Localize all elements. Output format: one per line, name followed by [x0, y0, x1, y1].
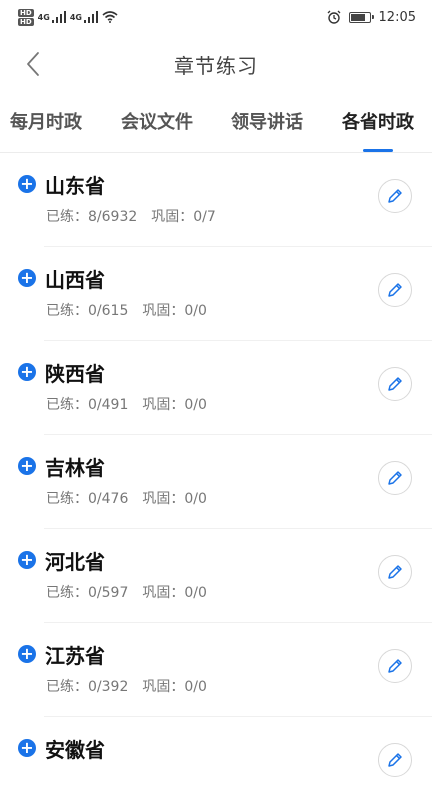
network-type-1: 4G [37, 12, 50, 22]
province-name: 江苏省 [45, 644, 105, 668]
expand-plus-icon[interactable]: + [18, 551, 36, 569]
tab-monthly-politics[interactable]: 每月时政 [10, 94, 82, 152]
network-type-2: 4G [69, 12, 82, 22]
practice-edit-button[interactable] [378, 273, 412, 307]
expand-plus-icon[interactable]: + [18, 457, 36, 475]
progress-stats: 已练：0/615 巩固：0/0 [46, 300, 207, 320]
expand-plus-icon[interactable]: + [18, 175, 36, 193]
wifi-icon [102, 11, 118, 23]
pencil-icon [388, 659, 402, 673]
review-value: 0/0 [184, 397, 207, 413]
category-tabs: 每月时政 会议文件 领导讲话 各省时政 [0, 94, 432, 153]
review-label: 巩固： [142, 491, 185, 507]
expand-plus-icon[interactable]: + [18, 645, 36, 663]
practice-edit-button[interactable] [378, 743, 412, 777]
review-label: 巩固： [142, 679, 185, 695]
practiced-value: 0/597 [88, 585, 129, 601]
practiced-value: 0/615 [88, 303, 129, 319]
hd-badge-2: HD [18, 17, 34, 26]
pencil-icon [388, 753, 402, 767]
practiced-value: 0/476 [88, 491, 129, 507]
signal-icon [51, 11, 66, 23]
practiced-value: 0/392 [88, 679, 129, 695]
list-item[interactable]: + 河北省 已练：0/597 巩固：0/0 [0, 529, 432, 623]
progress-stats: 已练：0/392 巩固：0/0 [46, 676, 207, 696]
review-value: 0/0 [184, 679, 207, 695]
status-bar: HD HD 4G 4G 12:05 [0, 0, 432, 34]
alarm-icon [327, 10, 340, 24]
practice-edit-button[interactable] [378, 649, 412, 683]
practice-edit-button[interactable] [378, 179, 412, 213]
list-item[interactable]: + 吉林省 已练：0/476 巩固：0/0 [0, 435, 432, 529]
province-name: 山东省 [45, 174, 105, 198]
review-value: 0/7 [193, 209, 216, 225]
practiced-value: 8/6932 [88, 209, 138, 225]
pencil-icon [388, 283, 402, 297]
review-label: 巩固： [151, 209, 194, 225]
progress-stats: 已练：0/597 巩固：0/0 [46, 582, 207, 602]
province-list: + 山东省 已练：8/6932 巩固：0/7 + 山西省 已练：0/615 巩固：0… [0, 153, 432, 811]
page-title: 章节练习 [174, 53, 258, 78]
battery-icon [348, 11, 374, 23]
practiced-value: 0/491 [88, 397, 129, 413]
list-item[interactable]: + 安徽省 [0, 717, 432, 811]
pencil-icon [388, 377, 402, 391]
practiced-label: 已练： [46, 491, 88, 507]
list-item[interactable]: + 山东省 已练：8/6932 巩固：0/7 [0, 153, 432, 247]
province-name: 河北省 [45, 550, 105, 574]
tab-meeting-documents[interactable]: 会议文件 [121, 94, 193, 152]
hd-badge-1: HD [18, 8, 34, 17]
review-value: 0/0 [184, 303, 207, 319]
practiced-label: 已练： [46, 397, 88, 413]
practiced-label: 已练： [46, 303, 88, 319]
status-right: 12:05 [327, 10, 416, 25]
progress-stats: 已练：0/491 巩固：0/0 [46, 394, 207, 414]
tab-leader-speeches[interactable]: 领导讲话 [231, 94, 303, 152]
tab-provincial-politics[interactable]: 各省时政 [342, 94, 414, 152]
app-header: 章节练习 [0, 34, 432, 94]
practice-edit-button[interactable] [378, 461, 412, 495]
practiced-label: 已练： [46, 585, 88, 601]
practiced-label: 已练： [46, 679, 88, 695]
status-time: 12:05 [378, 9, 416, 25]
review-value: 0/0 [184, 585, 207, 601]
list-item[interactable]: + 陕西省 已练：0/491 巩固：0/0 [0, 341, 432, 435]
province-name: 陕西省 [45, 362, 105, 386]
review-label: 巩固： [142, 303, 185, 319]
active-tab-indicator [363, 149, 393, 152]
hd-indicator: HD HD [18, 8, 34, 26]
list-item[interactable]: + 山西省 已练：0/615 巩固：0/0 [0, 247, 432, 341]
expand-plus-icon[interactable]: + [18, 363, 36, 381]
pencil-icon [388, 189, 402, 203]
province-name: 山西省 [45, 268, 105, 292]
status-left: HD HD 4G 4G [18, 8, 118, 26]
province-name: 安徽省 [45, 738, 105, 762]
practice-edit-button[interactable] [378, 555, 412, 589]
province-name: 吉林省 [45, 456, 105, 480]
signal-icon [83, 11, 98, 23]
expand-plus-icon[interactable]: + [18, 269, 36, 287]
pencil-icon [388, 565, 402, 579]
progress-stats: 已练：8/6932 巩固：0/7 [46, 206, 216, 226]
review-label: 巩固： [142, 585, 185, 601]
expand-plus-icon[interactable]: + [18, 739, 36, 757]
practice-edit-button[interactable] [378, 367, 412, 401]
progress-stats: 已练：0/476 巩固：0/0 [46, 488, 207, 508]
back-icon[interactable] [22, 50, 44, 78]
pencil-icon [388, 471, 402, 485]
practiced-label: 已练： [46, 209, 88, 225]
review-label: 巩固： [142, 397, 185, 413]
review-value: 0/0 [184, 491, 207, 507]
list-item[interactable]: + 江苏省 已练：0/392 巩固：0/0 [0, 623, 432, 717]
